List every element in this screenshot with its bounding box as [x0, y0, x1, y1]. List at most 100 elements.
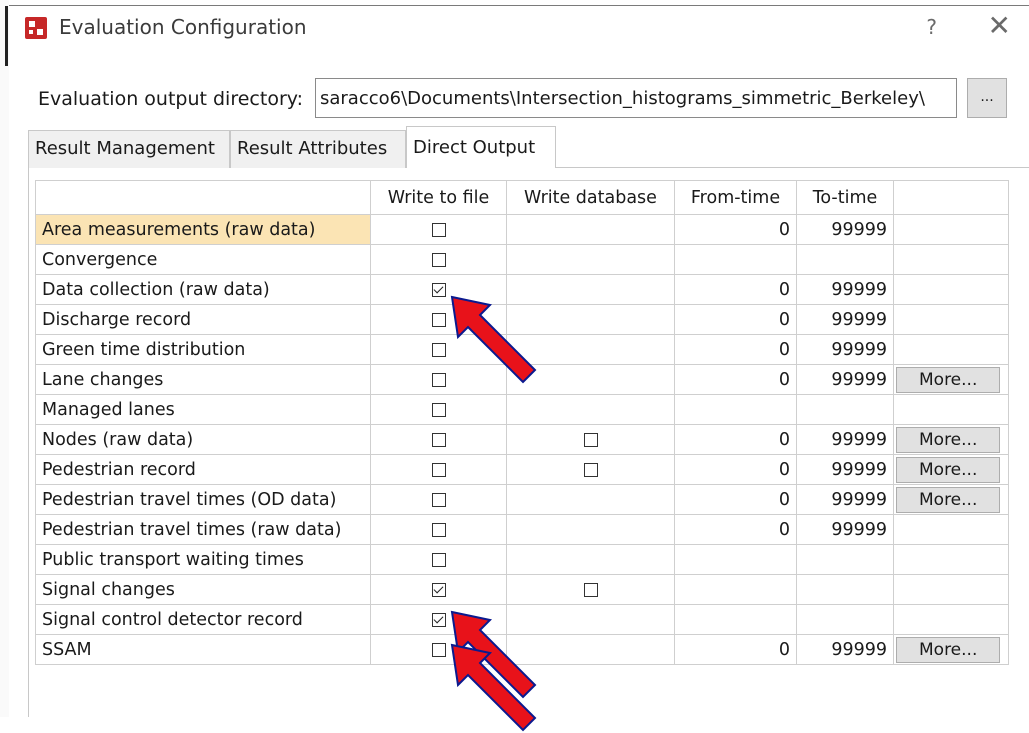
table-row[interactable]: Area measurements (raw data) 0 99999	[35, 214, 1009, 245]
to-time-cell[interactable]	[796, 574, 894, 605]
write-to-file-checkbox[interactable]	[431, 462, 446, 477]
more-button[interactable]: More...	[896, 366, 1000, 393]
table-row[interactable]: Managed lanes	[35, 394, 1009, 425]
more-cell	[893, 304, 1009, 335]
to-time-cell[interactable]	[796, 544, 894, 575]
from-time-cell[interactable]: 0	[674, 274, 797, 305]
to-time-cell[interactable]: 99999	[796, 334, 894, 365]
row-name[interactable]: Data collection (raw data)	[35, 274, 371, 305]
more-cell	[893, 514, 1009, 545]
write-to-file-cell	[370, 574, 507, 605]
write-to-file-cell	[370, 634, 507, 665]
to-time-cell[interactable]: 99999	[796, 514, 894, 545]
from-time-cell[interactable]	[674, 394, 797, 425]
table-row[interactable]: Nodes (raw data) 0 99999 More...	[35, 424, 1009, 455]
write-to-file-checkbox[interactable]	[431, 342, 446, 357]
table-row[interactable]: Pedestrian record 0 99999 More...	[35, 454, 1009, 485]
row-name[interactable]: Convergence	[35, 244, 371, 275]
more-button[interactable]: More...	[896, 456, 1000, 483]
table-row[interactable]: Discharge record 0 99999	[35, 304, 1009, 335]
to-time-cell[interactable]	[796, 394, 894, 425]
write-to-file-checkbox[interactable]	[431, 312, 446, 327]
from-time-cell[interactable]: 0	[674, 364, 797, 395]
write-to-file-checkbox[interactable]	[431, 582, 446, 597]
write-to-file-checkbox[interactable]	[431, 552, 446, 567]
from-time-cell[interactable]: 0	[674, 634, 797, 665]
from-time-cell[interactable]: 0	[674, 514, 797, 545]
to-time-cell[interactable]: 99999	[796, 364, 894, 395]
table-row[interactable]: Signal control detector record	[35, 604, 1009, 635]
table-row[interactable]: Green time distribution 0 99999	[35, 334, 1009, 365]
row-name[interactable]: Managed lanes	[35, 394, 371, 425]
write-to-file-checkbox[interactable]	[431, 252, 446, 267]
close-icon[interactable]: ✕	[988, 9, 1011, 42]
write-database-checkbox[interactable]	[583, 582, 598, 597]
table-row[interactable]: Signal changes	[35, 574, 1009, 605]
write-database-checkbox[interactable]	[583, 432, 598, 447]
left-strip	[0, 0, 9, 717]
from-time-cell[interactable]: 0	[674, 214, 797, 245]
to-time-cell[interactable]: 99999	[796, 424, 894, 455]
from-time-cell[interactable]: 0	[674, 484, 797, 515]
to-time-cell[interactable]: 99999	[796, 484, 894, 515]
write-to-file-checkbox[interactable]	[431, 432, 446, 447]
write-to-file-checkbox[interactable]	[431, 612, 446, 627]
tab-result-attributes[interactable]: Result Attributes	[230, 130, 406, 168]
write-to-file-cell	[370, 484, 507, 515]
more-button[interactable]: More...	[896, 426, 1000, 453]
to-time-cell[interactable]: 99999	[796, 274, 894, 305]
from-time-cell[interactable]: 0	[674, 454, 797, 485]
to-time-cell[interactable]	[796, 244, 894, 275]
more-button[interactable]: More...	[896, 636, 1000, 663]
from-time-cell[interactable]	[674, 574, 797, 605]
table-row[interactable]: Convergence	[35, 244, 1009, 275]
from-time-cell[interactable]: 0	[674, 334, 797, 365]
write-to-file-checkbox[interactable]	[431, 522, 446, 537]
table-row[interactable]: SSAM 0 99999 More...	[35, 634, 1009, 665]
from-time-cell[interactable]	[674, 604, 797, 635]
help-icon[interactable]: ?	[926, 15, 937, 39]
output-directory-input[interactable]	[315, 78, 957, 118]
to-time-cell[interactable]	[796, 604, 894, 635]
row-name[interactable]: Nodes (raw data)	[35, 424, 371, 455]
write-to-file-checkbox[interactable]	[431, 372, 446, 387]
table-row[interactable]: Data collection (raw data) 0 99999	[35, 274, 1009, 305]
more-button[interactable]: More...	[896, 486, 1000, 513]
tab-result-management[interactable]: Result Management	[28, 130, 230, 168]
row-name[interactable]: Green time distribution	[35, 334, 371, 365]
row-name[interactable]: Pedestrian travel times (raw data)	[35, 514, 371, 545]
tab-direct-output[interactable]: Direct Output	[406, 126, 556, 168]
more-cell	[893, 394, 1009, 425]
from-time-cell[interactable]: 0	[674, 424, 797, 455]
table-row[interactable]: Public transport waiting times	[35, 544, 1009, 575]
more-cell: More...	[893, 484, 1009, 515]
row-name[interactable]: Signal changes	[35, 574, 371, 605]
write-to-file-checkbox[interactable]	[431, 282, 446, 297]
write-to-file-checkbox[interactable]	[431, 642, 446, 657]
write-to-file-checkbox[interactable]	[431, 402, 446, 417]
row-name[interactable]: Public transport waiting times	[35, 544, 371, 575]
to-time-cell[interactable]: 99999	[796, 634, 894, 665]
from-time-cell[interactable]	[674, 244, 797, 275]
to-time-cell[interactable]: 99999	[796, 454, 894, 485]
from-time-cell[interactable]	[674, 544, 797, 575]
write-to-file-checkbox[interactable]	[431, 492, 446, 507]
browse-button[interactable]: ...	[967, 78, 1007, 118]
row-name[interactable]: Signal control detector record	[35, 604, 371, 635]
row-name[interactable]: Lane changes	[35, 364, 371, 395]
row-name[interactable]: Pedestrian travel times (OD data)	[35, 484, 371, 515]
from-time-cell[interactable]: 0	[674, 304, 797, 335]
row-name[interactable]: Discharge record	[35, 304, 371, 335]
table-row[interactable]: Pedestrian travel times (OD data) 0 99999 M…	[35, 484, 1009, 515]
table-row[interactable]: Lane changes 0 99999 More...	[35, 364, 1009, 395]
write-database-cell	[506, 364, 675, 395]
write-database-checkbox[interactable]	[583, 462, 598, 477]
write-to-file-checkbox[interactable]	[431, 222, 446, 237]
row-name[interactable]: Area measurements (raw data)	[35, 214, 371, 245]
table-row[interactable]: Pedestrian travel times (raw data) 0 99999	[35, 514, 1009, 545]
to-time-cell[interactable]: 99999	[796, 214, 894, 245]
to-time-cell[interactable]: 99999	[796, 304, 894, 335]
write-to-file-cell	[370, 544, 507, 575]
row-name[interactable]: SSAM	[35, 634, 371, 665]
row-name[interactable]: Pedestrian record	[35, 454, 371, 485]
